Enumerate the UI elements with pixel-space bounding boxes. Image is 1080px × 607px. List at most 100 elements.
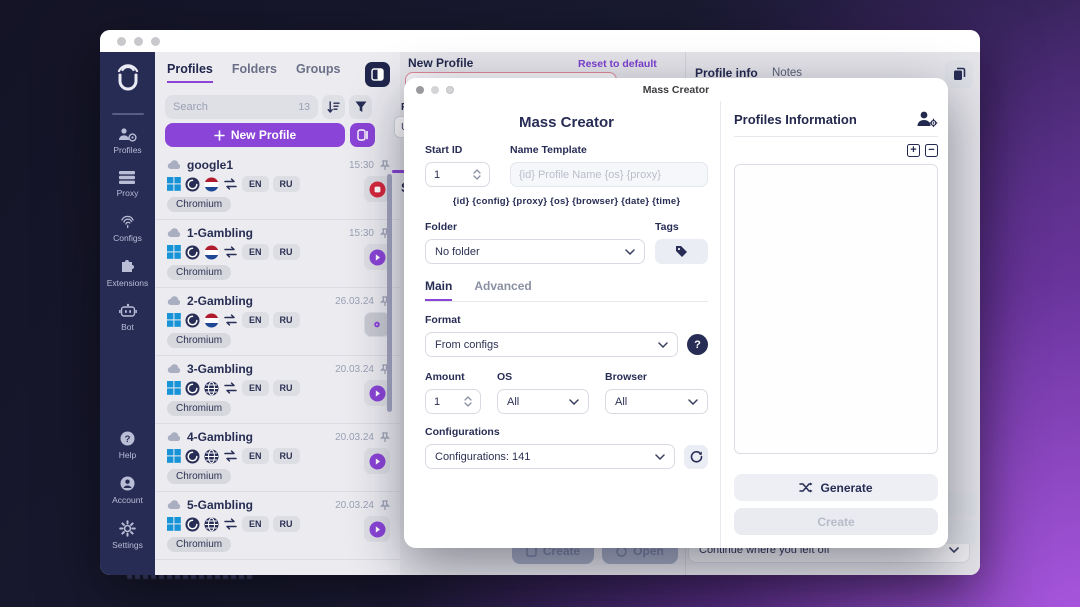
windows-icon: [167, 449, 181, 463]
collapse-panel-button[interactable]: [365, 62, 390, 87]
browser-engine-icon: [185, 381, 200, 395]
sidebar-item-configs[interactable]: Configs: [113, 213, 142, 243]
profiles-information-panel: Profiles Information + − Generate Create: [720, 101, 948, 548]
nl-flag-icon: [204, 245, 219, 259]
os-label: OS: [497, 371, 513, 383]
chevron-up-icon: [473, 169, 481, 174]
mass-creator-form: Mass Creator Start ID Name Template: [404, 101, 720, 548]
reset-to-default-link[interactable]: Reset to default: [578, 58, 657, 70]
language-badge: EN: [242, 312, 269, 328]
quick-profile-button[interactable]: [350, 123, 375, 147]
play-icon: [369, 385, 385, 401]
browser-tag: Chromium: [167, 401, 232, 416]
refresh-configurations-button[interactable]: [684, 444, 708, 469]
panel-toggle-icon: [371, 68, 384, 81]
os-select[interactable]: All: [497, 389, 589, 414]
sidebar-item-profiles[interactable]: Profiles: [113, 127, 142, 155]
profile-row[interactable]: 2-Gambling 26.03.24 EN RU Chromium: [155, 288, 400, 356]
collapse-all-button[interactable]: −: [925, 144, 938, 157]
windows-icon: [167, 177, 181, 191]
dialog-window-title: Mass Creator: [642, 83, 710, 96]
sidebar-item-label: Settings: [112, 540, 143, 550]
pin-icon: [380, 499, 390, 510]
profile-row[interactable]: google1 15:30 EN RU Chromium: [155, 152, 400, 220]
tab-main[interactable]: Main: [425, 279, 453, 301]
profile-row[interactable]: 3-Gambling 20.03.24 EN RU Chromium: [155, 356, 400, 424]
tab-folders[interactable]: Folders: [232, 62, 277, 81]
create-button[interactable]: Create: [734, 508, 938, 535]
chevron-down-icon: [655, 453, 665, 460]
browser-select[interactable]: All: [605, 389, 708, 414]
refresh-icon: [690, 450, 702, 463]
create-label: Create: [817, 514, 855, 529]
sidebar-item-help[interactable]: ? Help: [119, 430, 136, 460]
start-id-input[interactable]: [425, 162, 490, 187]
profile-row[interactable]: 5-Gambling 20.03.24 EN RU Chromium: [155, 492, 400, 560]
start-profile-button[interactable]: [364, 448, 390, 474]
profile-row[interactable]: 1-Gambling 15:30 EN RU Chromium: [155, 220, 400, 288]
play-icon: [369, 249, 385, 265]
help-icon: ?: [120, 431, 135, 446]
browser-tag: Chromium: [167, 265, 232, 280]
sidebar-item-extensions[interactable]: Extensions: [107, 258, 148, 288]
sidebar-item-label: Help: [118, 450, 137, 460]
expand-all-button[interactable]: +: [907, 144, 920, 157]
play-icon: [374, 321, 380, 328]
folder-select-value: No folder: [435, 245, 480, 258]
copy-button[interactable]: [945, 60, 973, 88]
chevron-down-icon: [569, 398, 579, 405]
tags-button[interactable]: [655, 239, 708, 264]
name-template-input[interactable]: [510, 162, 708, 187]
profile-row[interactable]: 4-Gambling 20.03.24 EN RU Chromium: [155, 424, 400, 492]
start-profile-button[interactable]: [364, 516, 390, 542]
browser-engine-icon: [185, 449, 200, 463]
nl-flag-icon: [204, 177, 219, 191]
sidebar-item-label: Configs: [113, 233, 142, 243]
play-icon: [369, 453, 385, 469]
filter-button[interactable]: [349, 95, 372, 119]
sidebar-item-proxy[interactable]: Proxy: [117, 170, 138, 198]
folder-select[interactable]: No folder: [425, 239, 645, 264]
configurations-select[interactable]: Configurations: 141: [425, 444, 675, 469]
windows-icon: [167, 245, 181, 259]
generate-button[interactable]: Generate: [734, 474, 938, 501]
profiles-information-heading: Profiles Information: [734, 111, 857, 127]
search-input[interactable]: 13: [165, 95, 318, 119]
transfer-icon: [224, 178, 237, 190]
account-icon: [120, 476, 135, 491]
chevron-down-icon: [464, 402, 472, 407]
format-select[interactable]: From configs: [425, 332, 678, 357]
scrollbar[interactable]: [387, 174, 392, 412]
profile-count: 13: [298, 101, 310, 113]
stepper-control[interactable]: [473, 169, 481, 180]
minimize-window-button[interactable]: [134, 36, 143, 46]
maximize-window-button[interactable]: [151, 36, 160, 46]
copy-icon: [953, 67, 965, 80]
fingerprint-icon: [121, 215, 134, 229]
browser-tag: Chromium: [167, 333, 232, 348]
sidebar-item-account[interactable]: Account: [112, 475, 143, 505]
transfer-icon: [224, 246, 237, 258]
tab-profiles[interactable]: Profiles: [167, 62, 213, 83]
sort-button[interactable]: [322, 95, 345, 119]
chevron-down-icon: [658, 341, 668, 348]
sidebar-item-bot[interactable]: Bot: [118, 303, 137, 332]
globe-icon: [204, 449, 219, 463]
profile-name: google1: [187, 158, 234, 172]
new-profile-label: New Profile: [230, 128, 297, 142]
filter-icon: [355, 101, 366, 112]
amount-input[interactable]: [425, 389, 481, 414]
sidebar-item-settings[interactable]: Settings: [112, 520, 143, 550]
browser-tag: Chromium: [167, 469, 232, 484]
browser-engine-icon: [185, 517, 200, 531]
format-help-button[interactable]: ?: [687, 334, 708, 355]
tab-groups[interactable]: Groups: [296, 62, 340, 81]
new-profile-button[interactable]: New Profile: [165, 123, 345, 147]
globe-icon: [204, 381, 219, 395]
language-badge: EN: [242, 516, 269, 532]
profile-time: 26.03.24: [335, 295, 374, 307]
close-window-button[interactable]: [117, 36, 126, 46]
stepper-control[interactable]: [464, 396, 472, 407]
amount-label: Amount: [425, 371, 465, 383]
tab-advanced[interactable]: Advanced: [474, 279, 531, 301]
